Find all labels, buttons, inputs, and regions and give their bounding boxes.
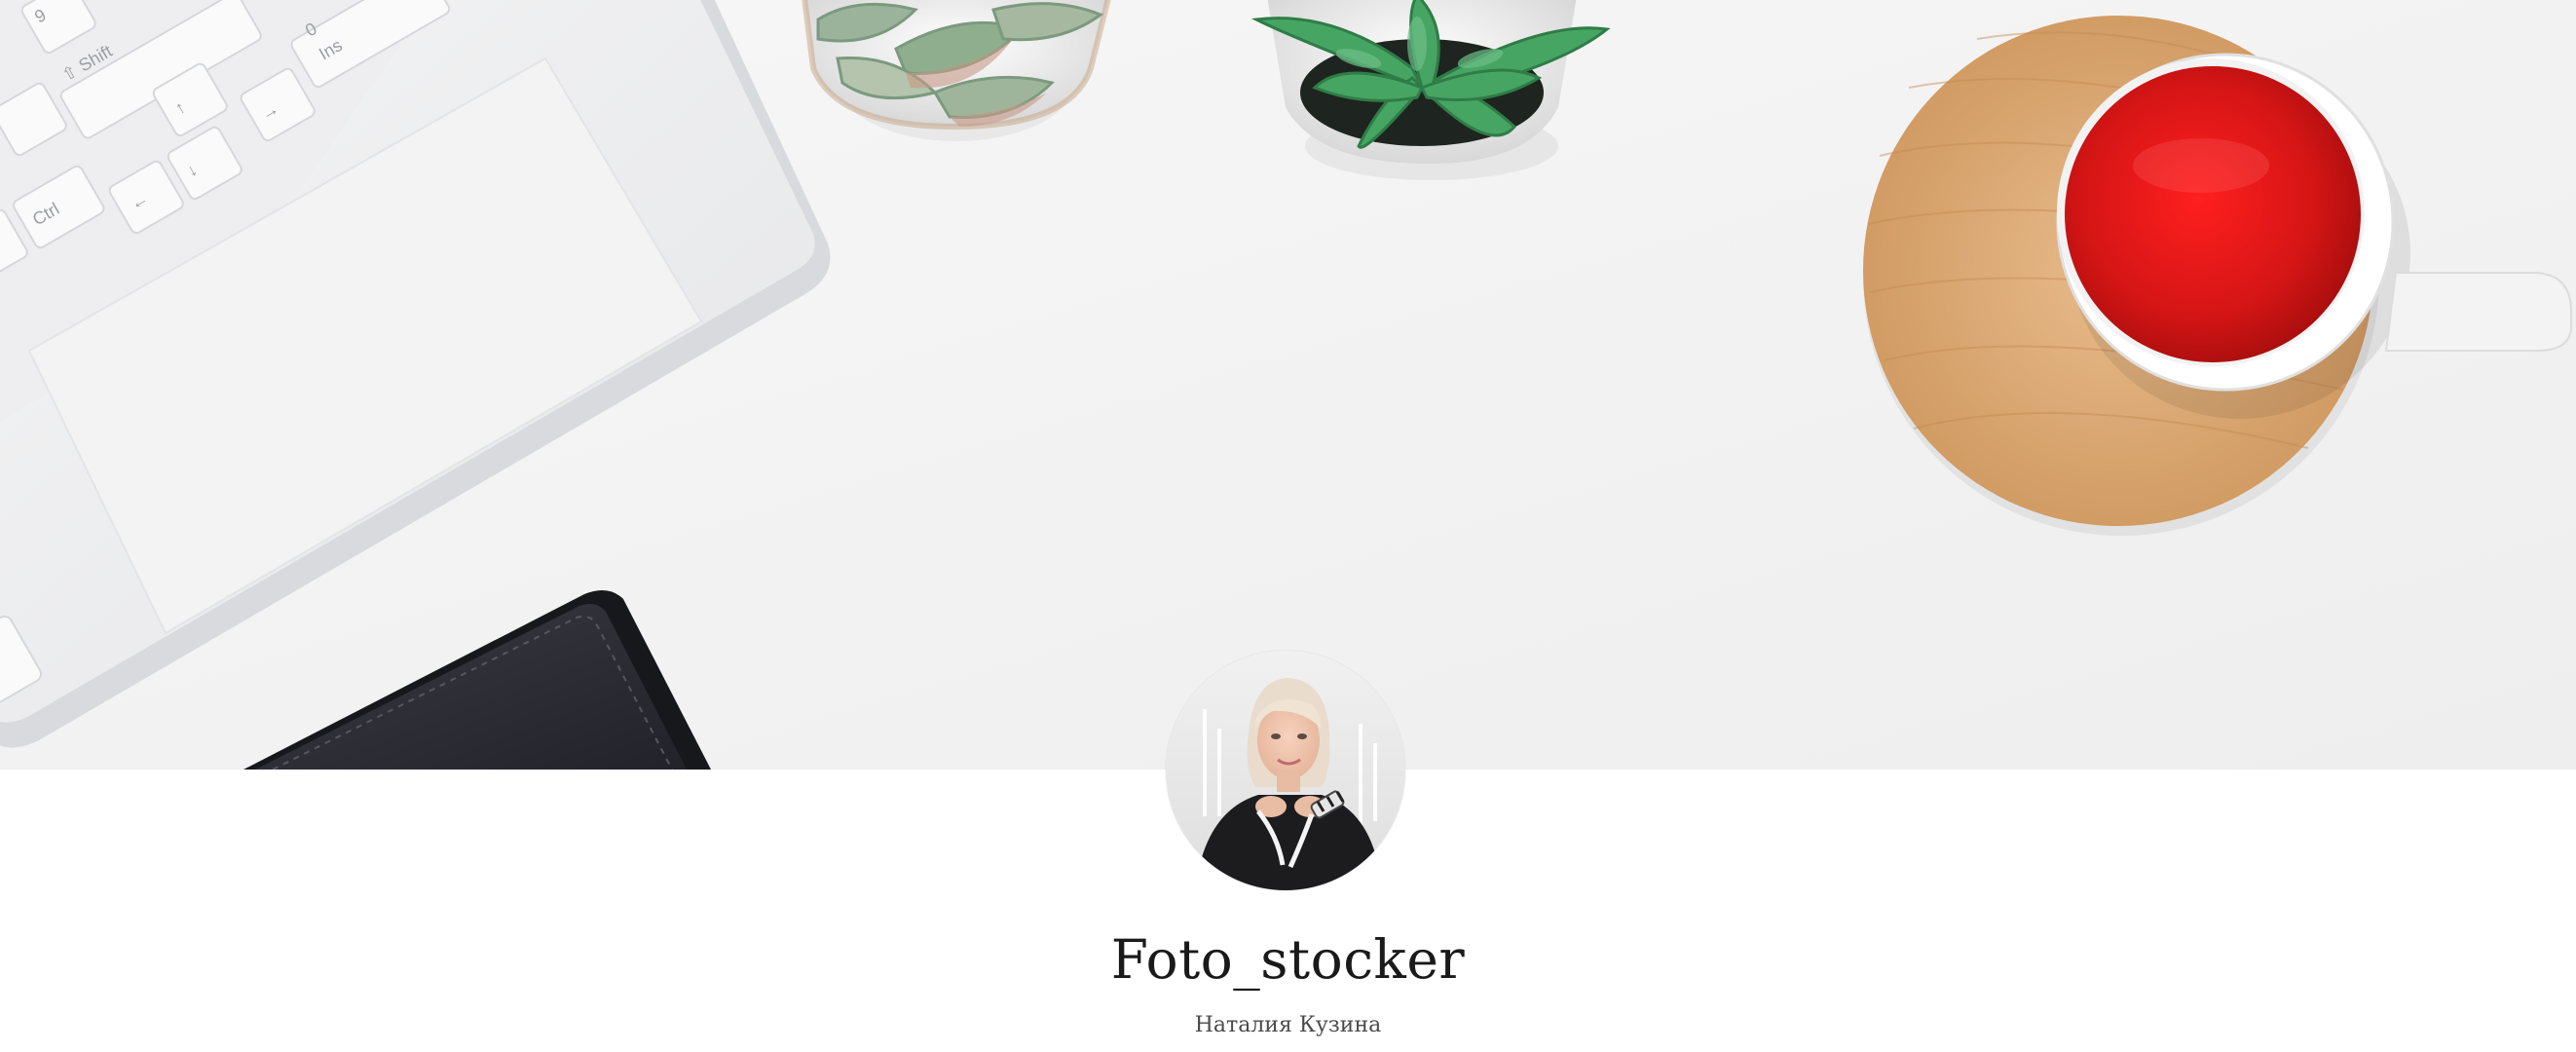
profile-subtitle: Наталия Кузина [1194, 1013, 1382, 1037]
profile-avatar[interactable] [1166, 651, 1405, 890]
profile-name: Foto_stocker [1110, 928, 1466, 991]
profile-page: 0 Ins ⇧ Shift 9 ↑ → ↓ ← Ctrl Foto_stocke… [0, 0, 2576, 1052]
succulent-pot-right [1251, 0, 1611, 180]
